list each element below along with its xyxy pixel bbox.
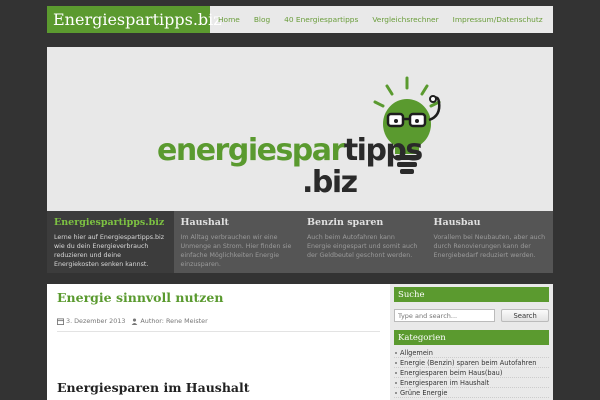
wordmark-part1: energiespar	[157, 133, 345, 168]
banner-wordmark: energiespartipps	[157, 133, 423, 168]
tab-energiespartipps[interactable]: Energiespartipps.biz Lerne hier auf Ener…	[47, 211, 174, 273]
tab-hausbau[interactable]: Hausbau Vorallem bei Neubauten, aber auc…	[426, 211, 553, 273]
nav-home[interactable]: Home	[218, 15, 240, 24]
sidebar: Suche Search Kategorien Allgemein Energi…	[390, 284, 553, 400]
category-item[interactable]: Energiesparen im Haushalt	[394, 378, 549, 388]
tab-title: Hausbau	[433, 217, 481, 228]
post-meta: 3. Dezember 2013 Author: Rene Meister	[57, 317, 380, 332]
nav-blog[interactable]: Blog	[254, 15, 270, 24]
nav-vergleichsrechner[interactable]: Vergleichsrechner	[372, 15, 438, 24]
category-item[interactable]: Allgemein	[394, 348, 549, 358]
tab-title: Haushalt	[180, 217, 229, 228]
slider-tabs: Energiespartipps.biz Lerne hier auf Ener…	[47, 211, 553, 273]
hero-banner: energiespartipps .biz	[47, 47, 553, 211]
tab-haushalt[interactable]: Haushalt Im Alltag verbrauchen wir eine …	[173, 211, 300, 273]
category-list: Allgemein Energie (Benzin) sparen beim A…	[394, 348, 549, 398]
site-header: Energiespartipps.biz Home Blog 40 Energi…	[47, 6, 553, 33]
search-input[interactable]	[394, 309, 496, 322]
post-date: 3. Dezember 2013	[66, 317, 126, 325]
search-button[interactable]: Search	[501, 309, 549, 322]
banner-wordmark-suffix: .biz	[302, 165, 358, 200]
tab-title: Energiespartipps.biz	[54, 217, 165, 228]
tab-title: Benzin sparen	[307, 217, 384, 228]
tab-text: Lerne hier auf Energiespartipps.biz wie …	[54, 234, 165, 268]
category-item[interactable]: Grüne Energie	[394, 388, 549, 398]
categories-widget-title: Kategorien	[394, 330, 549, 345]
nav-impressum[interactable]: Impressum/Datenschutz	[453, 15, 543, 24]
post-title-2[interactable]: Energiesparen im Haushalt	[57, 380, 250, 395]
post-title[interactable]: Energie sinnvoll nutzen	[57, 290, 380, 305]
site-title[interactable]: Energiespartipps.biz	[47, 6, 222, 33]
tab-text: Vorallem bei Neubauten, aber auch durch …	[433, 234, 546, 259]
wordmark-part2: tipps	[343, 133, 423, 168]
tab-text: Im Alltag verbrauchen wir eine Unmenge a…	[180, 234, 292, 268]
main-content: Energie sinnvoll nutzen 3. Dezember 2013…	[47, 284, 390, 400]
calendar-icon	[57, 317, 64, 325]
user-icon	[132, 317, 138, 325]
category-item[interactable]: Energie (Benzin) sparen beim Autofahren	[394, 358, 549, 368]
main-nav: Home Blog 40 Energiespartipps Vergleichs…	[210, 6, 557, 33]
category-item[interactable]: Energiesparen beim Haus(bau)	[394, 368, 549, 378]
tab-text: Auch beim Autofahren kann Energie einges…	[307, 234, 418, 259]
search-form: Search	[394, 309, 549, 322]
nav-40-energiespartipps[interactable]: 40 Energiespartipps	[284, 15, 358, 24]
post-author: Author: Rene Meister	[140, 317, 208, 325]
tab-benzin-sparen[interactable]: Benzin sparen Auch beim Autofahren kann …	[300, 211, 427, 273]
search-widget-title: Suche	[394, 287, 549, 302]
